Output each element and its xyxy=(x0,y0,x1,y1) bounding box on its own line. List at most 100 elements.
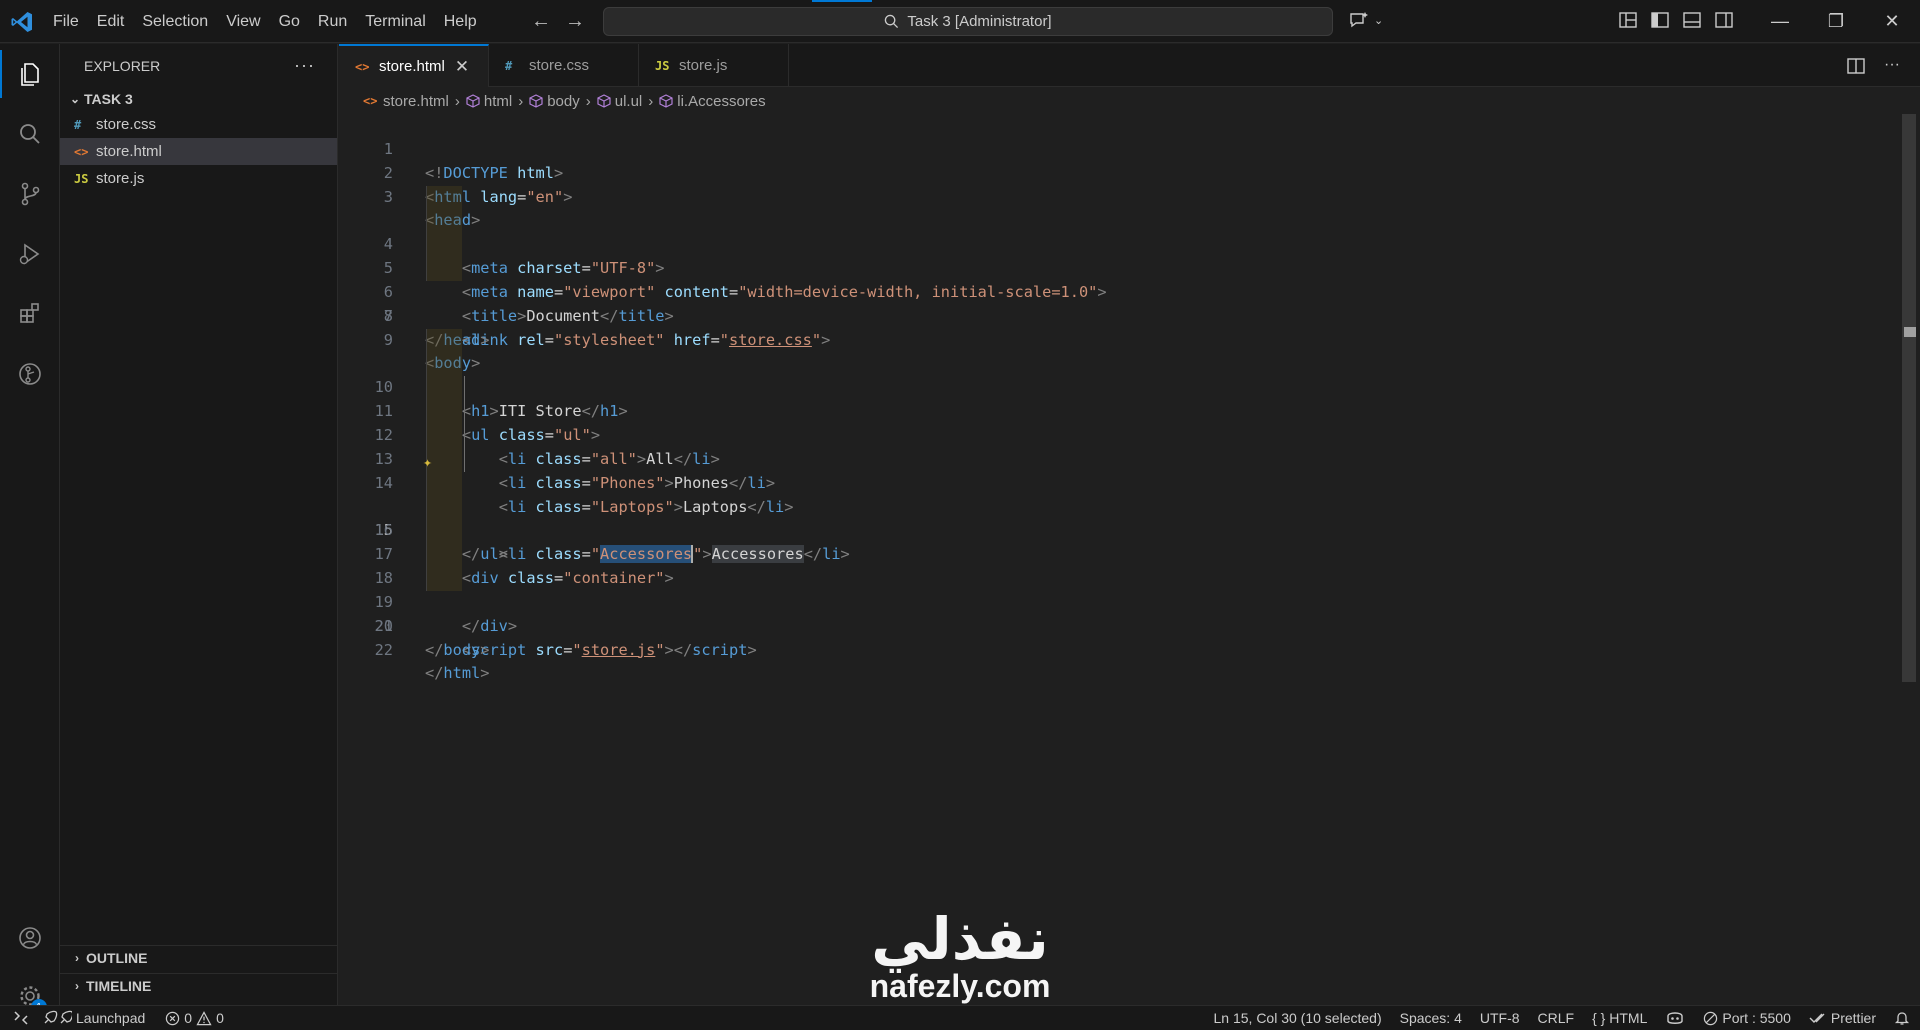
search-icon xyxy=(885,14,899,29)
problems-status[interactable]: 0 0 xyxy=(165,1010,224,1026)
menu-file[interactable]: File xyxy=(44,0,88,43)
run-debug-activity[interactable] xyxy=(0,230,60,278)
code-line: 4 <meta charset="UTF-8"> xyxy=(339,185,1899,277)
search-activity[interactable] xyxy=(0,110,60,158)
copilot-icon[interactable] xyxy=(1665,1010,1685,1026)
code-editor[interactable]: 1 <!DOCTYPE html> 2 <html lang="en"> 3 <… xyxy=(339,114,1899,683)
menu-help[interactable]: Help xyxy=(435,0,486,43)
chevron-right-icon: › xyxy=(75,951,79,965)
line-number: 22 xyxy=(374,640,393,659)
code-line: 21 </body> xyxy=(339,591,1899,659)
menu-selection[interactable]: Selection xyxy=(133,0,217,43)
toggle-panel-icon[interactable] xyxy=(1682,10,1702,30)
code-line: 6 <title>Document</title> xyxy=(339,233,1899,325)
remote-indicator[interactable] xyxy=(0,1006,42,1030)
code-line: 13 <li class="Phones">Phones</li> xyxy=(339,400,1899,492)
rocket-icon xyxy=(44,1010,72,1024)
customize-layout-icon[interactable] xyxy=(1618,10,1638,30)
accounts-activity[interactable] xyxy=(0,914,60,962)
breadcrumb-item[interactable]: store.html xyxy=(383,93,449,110)
remote-icon xyxy=(14,1011,28,1025)
split-editor-icon[interactable] xyxy=(1846,56,1866,76)
html-file-icon: <> xyxy=(363,94,378,108)
file-item-store-css[interactable]: # store.css xyxy=(60,111,337,138)
back-arrow-icon[interactable]: ← xyxy=(528,9,554,35)
menu-run[interactable]: Run xyxy=(309,0,356,43)
outline-section[interactable]: › OUTLINE xyxy=(60,945,337,970)
code-line: 3 <head> xyxy=(339,162,1899,230)
tab-label: store.css xyxy=(529,57,590,74)
language-mode[interactable]: { } HTML xyxy=(1592,1010,1647,1026)
html-file-icon: <> xyxy=(74,144,89,159)
file-item-store-js[interactable]: JS store.js xyxy=(60,165,337,192)
code-line: 11 <ul class="ul"> xyxy=(339,352,1899,444)
menu-edit[interactable]: Edit xyxy=(88,0,134,43)
breadcrumb-item[interactable]: html xyxy=(484,93,512,110)
toggle-primary-sidebar-icon[interactable] xyxy=(1650,10,1670,30)
warning-count: 0 xyxy=(216,1010,224,1026)
title-bar: File Edit Selection View Go Run Terminal… xyxy=(0,0,1920,43)
prettier-label: Prettier xyxy=(1830,1010,1876,1026)
toggle-secondary-sidebar-icon[interactable] xyxy=(1714,10,1734,30)
command-center-label: Task 3 [Administrator] xyxy=(907,13,1052,30)
gitlens-activity[interactable] xyxy=(0,350,60,398)
element-icon xyxy=(659,94,673,108)
account-icon xyxy=(19,927,41,949)
minimize-icon[interactable]: — xyxy=(1752,0,1808,43)
status-left: Launchpad 0 0 xyxy=(0,1006,244,1030)
tab-store-html[interactable]: <> store.html ✕ xyxy=(339,44,489,87)
code-line: 2 <html lang="en"> xyxy=(339,138,1899,206)
language-label: HTML xyxy=(1609,1010,1648,1026)
js-file-icon: JS xyxy=(655,58,670,73)
copilot-chat-icon xyxy=(1350,12,1368,28)
cursor-position[interactable]: Ln 15, Col 30 (10 selected) xyxy=(1214,1010,1382,1026)
breadcrumb-item[interactable]: ul.ul xyxy=(615,93,643,110)
chevron-right-icon: › xyxy=(648,92,654,110)
timeline-section[interactable]: › TIMELINE xyxy=(60,973,337,998)
more-actions-icon[interactable]: ··· xyxy=(294,55,315,76)
command-center-search[interactable]: Task 3 [Administrator] xyxy=(603,7,1333,36)
close-icon[interactable]: ✕ xyxy=(455,57,469,77)
close-window-icon[interactable]: ✕ xyxy=(1864,0,1920,43)
activity-bar: 1 xyxy=(0,44,60,1015)
file-item-store-html[interactable]: <> store.html xyxy=(60,138,337,165)
code-line: 8 </head> xyxy=(339,281,1899,349)
search-icon xyxy=(20,124,40,144)
code-link[interactable]: store.js xyxy=(582,641,656,659)
code-token: html xyxy=(443,664,481,683)
copilot-button[interactable]: ⌄ xyxy=(1348,10,1383,30)
menu-view[interactable]: View xyxy=(217,0,269,43)
more-actions-icon[interactable]: ··· xyxy=(1884,56,1900,76)
forward-arrow-icon[interactable]: → xyxy=(562,9,588,35)
live-server-status[interactable]: Port : 5500 xyxy=(1703,1010,1791,1026)
breadcrumb: <> store.html › html › body › ul.ul › li… xyxy=(339,88,766,114)
bell-icon[interactable] xyxy=(1894,1010,1910,1026)
editor-scrollbar[interactable] xyxy=(1902,114,1916,682)
encoding-status[interactable]: UTF-8 xyxy=(1480,1010,1520,1026)
double-check-icon xyxy=(1809,1013,1825,1023)
eol-status[interactable]: CRLF xyxy=(1538,1010,1575,1026)
folder-header[interactable]: ⌄ TASK 3 xyxy=(60,87,337,111)
breadcrumb-item[interactable]: body xyxy=(547,93,580,110)
error-icon xyxy=(166,1011,180,1025)
prettier-status[interactable]: Prettier xyxy=(1809,1010,1876,1026)
restore-icon[interactable]: ❐ xyxy=(1808,0,1864,43)
chevron-right-icon: › xyxy=(454,92,460,110)
explorer-activity[interactable] xyxy=(0,50,60,98)
outline-label: OUTLINE xyxy=(86,950,148,966)
menu-terminal[interactable]: Terminal xyxy=(356,0,434,43)
tab-store-js[interactable]: JS store.js xyxy=(639,44,789,87)
tab-store-css[interactable]: # store.css xyxy=(489,44,639,87)
status-right: Ln 15, Col 30 (10 selected) Spaces: 4 UT… xyxy=(1214,1006,1911,1030)
code-line: 7 <link rel="stylesheet" href="store.css… xyxy=(339,257,1899,349)
layout-controls xyxy=(1618,10,1734,30)
folder-name: TASK 3 xyxy=(84,91,133,107)
breadcrumb-item[interactable]: li.Accessores xyxy=(677,93,765,110)
code-line: 20 <script src="store.js"></script> xyxy=(339,567,1899,659)
source-control-activity[interactable] xyxy=(0,170,60,218)
launchpad-status[interactable]: Launchpad xyxy=(42,1010,145,1026)
menu-bar: File Edit Selection View Go Run Terminal… xyxy=(44,0,486,43)
extensions-activity[interactable] xyxy=(0,290,60,338)
menu-go[interactable]: Go xyxy=(270,0,309,43)
indentation-status[interactable]: Spaces: 4 xyxy=(1400,1010,1462,1026)
